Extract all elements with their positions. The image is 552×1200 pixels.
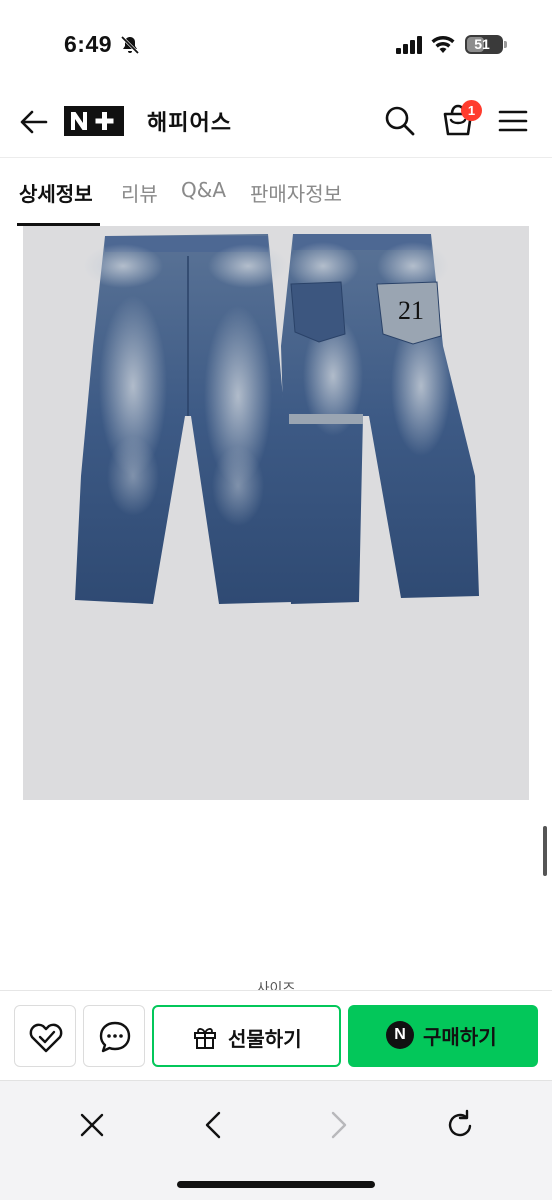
search-icon[interactable] bbox=[382, 103, 418, 139]
tab-qna[interactable]: Q&A bbox=[181, 178, 226, 202]
cart-count-badge: 1 bbox=[461, 100, 482, 121]
detail-tabs: 상세정보 리뷰 Q&A 판매자정보 bbox=[0, 158, 552, 226]
naver-pay-icon: N bbox=[386, 1021, 414, 1049]
scrollbar-thumb[interactable] bbox=[543, 826, 547, 876]
product-image[interactable]: 21 bbox=[23, 226, 529, 800]
chat-button[interactable] bbox=[83, 1005, 145, 1067]
jeans-back bbox=[281, 234, 479, 604]
zzim-button[interactable] bbox=[14, 1005, 76, 1067]
buy-button-label: 구매하기 bbox=[423, 1025, 497, 1049]
buy-button[interactable]: N 구매하기 bbox=[348, 1005, 538, 1067]
store-name[interactable]: 해피어스 bbox=[147, 105, 232, 137]
jeans-front bbox=[75, 234, 298, 604]
status-bar: 6:49 51 bbox=[0, 0, 552, 80]
back-chevron-icon[interactable] bbox=[194, 1105, 234, 1145]
jeans-illustration bbox=[75, 234, 479, 604]
purchase-action-bar: 선물하기 N 구매하기 bbox=[0, 990, 552, 1080]
forward-chevron-icon[interactable] bbox=[318, 1105, 358, 1145]
back-pocket-number: 21 bbox=[398, 296, 424, 325]
tab-details[interactable]: 상세정보 bbox=[19, 178, 93, 207]
size-section-label: 사이즈 bbox=[256, 981, 296, 990]
wifi-icon bbox=[431, 36, 455, 53]
gift-button[interactable]: 선물하기 bbox=[152, 1005, 341, 1067]
close-icon[interactable] bbox=[72, 1105, 112, 1145]
zzim-heart-icon bbox=[29, 1023, 63, 1053]
battery-icon: 51 bbox=[465, 35, 503, 54]
gift-button-label: 선물하기 bbox=[228, 1027, 302, 1051]
signal-icon bbox=[396, 36, 422, 54]
battery-percent: 51 bbox=[474, 36, 490, 52]
tab-seller-info[interactable]: 판매자정보 bbox=[250, 178, 342, 207]
back-arrow-icon[interactable] bbox=[16, 104, 52, 140]
battery-cap bbox=[504, 41, 507, 48]
top-nav-header: 해피어스 1 bbox=[0, 84, 552, 158]
tab-reviews[interactable]: 리뷰 bbox=[121, 178, 158, 207]
naver-plus-logo[interactable] bbox=[64, 106, 124, 136]
status-time: 6:49 bbox=[64, 31, 113, 57]
menu-icon[interactable] bbox=[496, 104, 530, 138]
reload-icon[interactable] bbox=[440, 1105, 480, 1145]
gift-icon bbox=[194, 1028, 216, 1049]
bell-off-icon bbox=[120, 35, 140, 55]
home-indicator bbox=[177, 1181, 375, 1188]
chat-bubble-icon bbox=[99, 1021, 131, 1053]
